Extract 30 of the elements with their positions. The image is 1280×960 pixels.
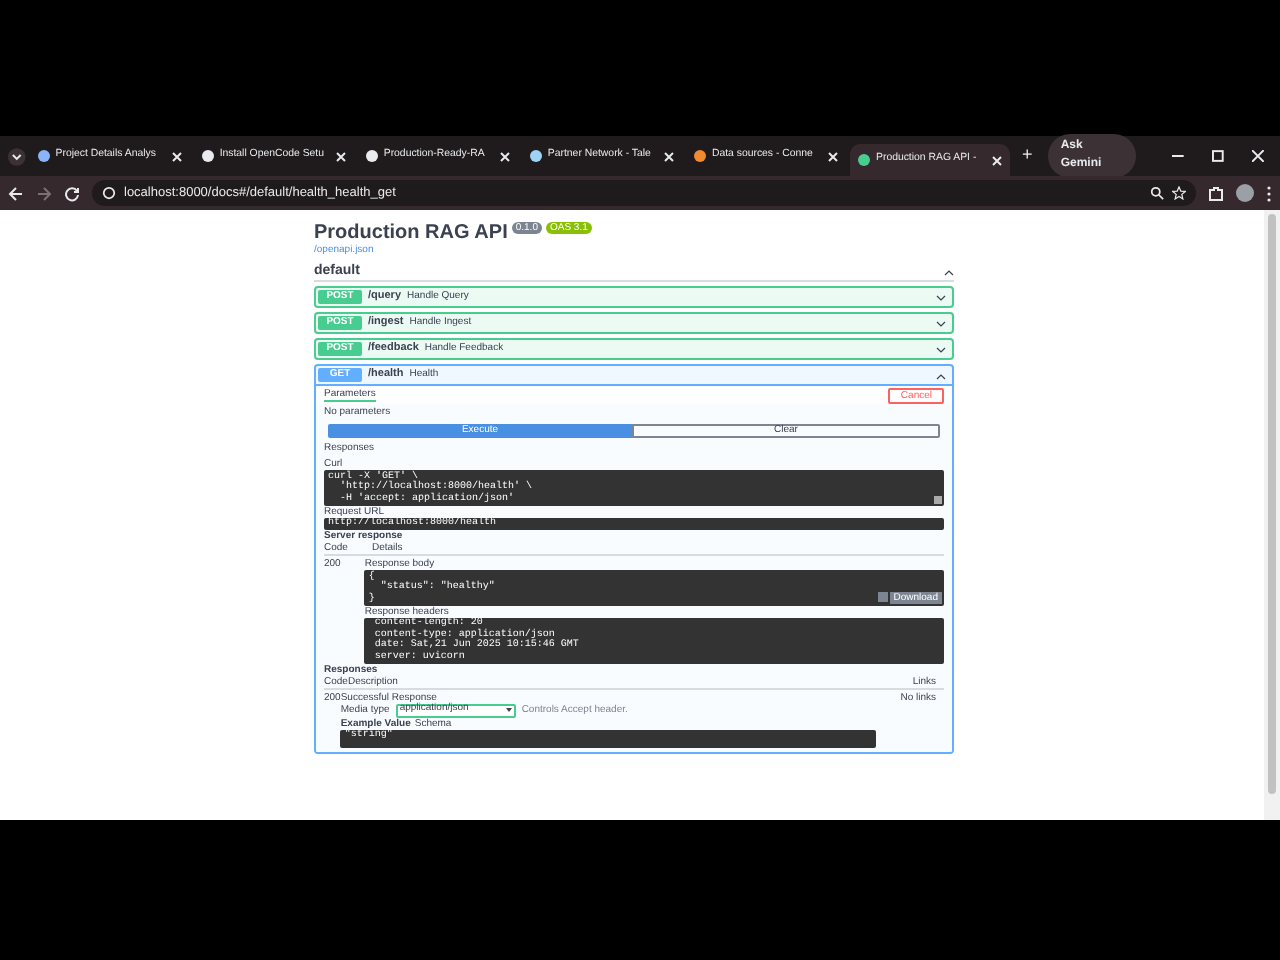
minimize-icon[interactable]: [1172, 150, 1185, 162]
restore-icon[interactable]: [1212, 150, 1225, 162]
bookmark-star-icon[interactable]: [1172, 186, 1186, 200]
profile-avatar[interactable]: [1236, 184, 1254, 202]
new-tab-button[interactable]: +: [1014, 142, 1041, 170]
chevron-down-icon[interactable]: [936, 319, 946, 327]
close-icon[interactable]: [171, 151, 182, 161]
back-icon[interactable]: [8, 185, 24, 201]
api-title: Production RAG API: [314, 222, 508, 244]
chevron-down-icon[interactable]: [936, 345, 946, 353]
forward-icon[interactable]: [36, 185, 52, 201]
chevron-up-icon[interactable]: [936, 371, 946, 379]
extensions-icon[interactable]: [1208, 185, 1224, 201]
site-info-icon[interactable]: [102, 186, 116, 200]
menu-icon[interactable]: [1266, 185, 1272, 201]
close-icon[interactable]: [1252, 150, 1264, 162]
copy-icon[interactable]: [877, 592, 888, 602]
chevron-up-icon[interactable]: [944, 268, 954, 276]
close-icon[interactable]: [663, 151, 674, 161]
copy-icon[interactable]: [934, 495, 942, 503]
close-icon[interactable]: [992, 155, 1003, 165]
reload-icon[interactable]: [64, 185, 80, 201]
dropdown-caret-icon: [505, 708, 512, 712]
scrollbar[interactable]: [1264, 210, 1280, 820]
close-icon[interactable]: [828, 151, 838, 161]
zoom-icon[interactable]: [1150, 186, 1164, 200]
close-icon[interactable]: [499, 151, 510, 161]
chevron-down-icon[interactable]: [936, 293, 946, 301]
close-icon[interactable]: [335, 151, 346, 161]
tab-list-icon[interactable]: [8, 147, 26, 165]
